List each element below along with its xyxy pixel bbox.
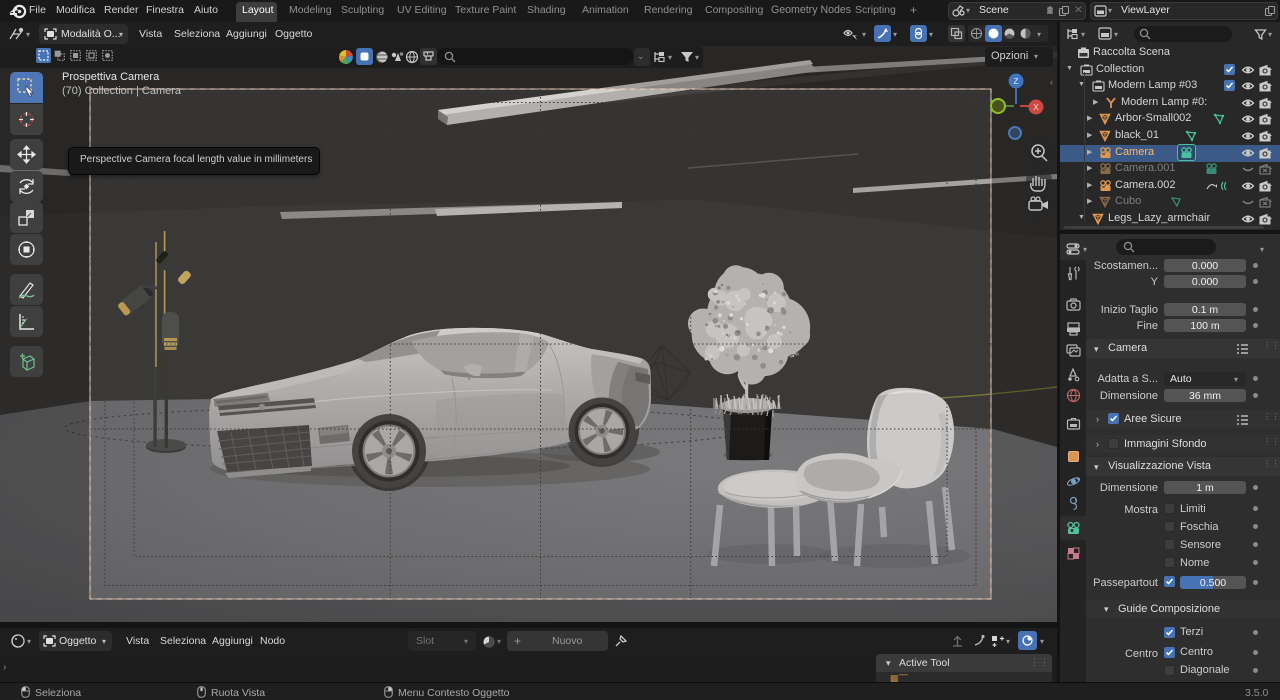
svg-text:X: X bbox=[1033, 103, 1039, 112]
svg-text:Z: Z bbox=[1014, 77, 1019, 86]
svg-text:‹: ‹ bbox=[1050, 77, 1053, 87]
